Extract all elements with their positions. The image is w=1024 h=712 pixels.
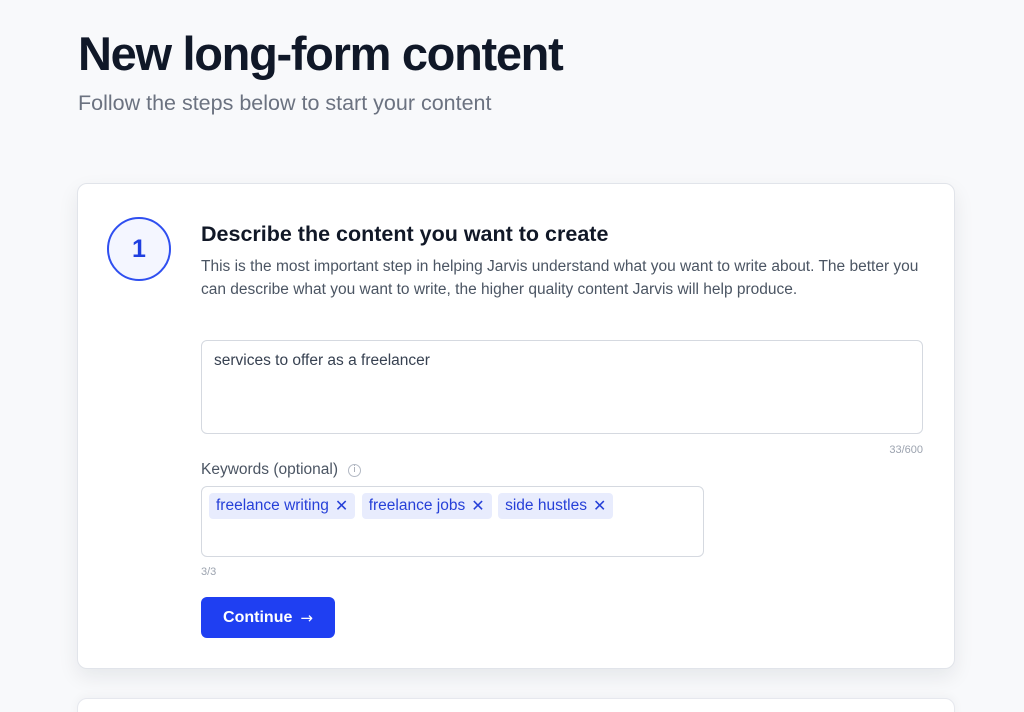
keyword-tag: freelance jobs ✕ <box>361 493 492 519</box>
close-icon[interactable]: ✕ <box>593 498 606 514</box>
keyword-tag-label: freelance jobs <box>368 497 466 514</box>
step-description: This is the most important step in helpi… <box>201 258 919 298</box>
info-icon[interactable]: i <box>347 463 361 477</box>
keyword-tag: side hustles ✕ <box>498 493 614 519</box>
character-count: 33/600 <box>889 444 923 456</box>
keywords-input[interactable]: freelance writing ✕ freelance jobs ✕ sid… <box>201 486 704 557</box>
continue-label: Continue <box>223 608 293 626</box>
keyword-tag-label: side hustles <box>505 497 587 514</box>
close-icon[interactable]: ✕ <box>471 498 484 514</box>
keywords-label-text: Keywords (optional) <box>201 461 338 478</box>
keywords-label: Keywords (optional) i <box>201 461 361 479</box>
keywords-count: 3/3 <box>201 566 217 578</box>
next-step-card <box>77 698 955 712</box>
close-icon[interactable]: ✕ <box>335 498 348 514</box>
page-subtitle: Follow the steps below to start your con… <box>78 91 492 115</box>
step-number-badge: 1 <box>107 217 171 281</box>
content-description-textarea[interactable]: services to offer as a freelancer <box>201 340 923 434</box>
step-title: Describe the content you want to create <box>201 222 609 246</box>
page: New long-form content Follow the steps b… <box>0 0 1024 712</box>
keyword-tag-label: freelance writing <box>216 497 329 514</box>
step-card: 1 Describe the content you want to creat… <box>77 183 955 669</box>
continue-button[interactable]: Continue → <box>201 597 335 638</box>
keyword-tag: freelance writing ✕ <box>209 493 356 519</box>
arrow-right-icon: → <box>300 608 313 627</box>
page-title: New long-form content <box>78 27 564 80</box>
